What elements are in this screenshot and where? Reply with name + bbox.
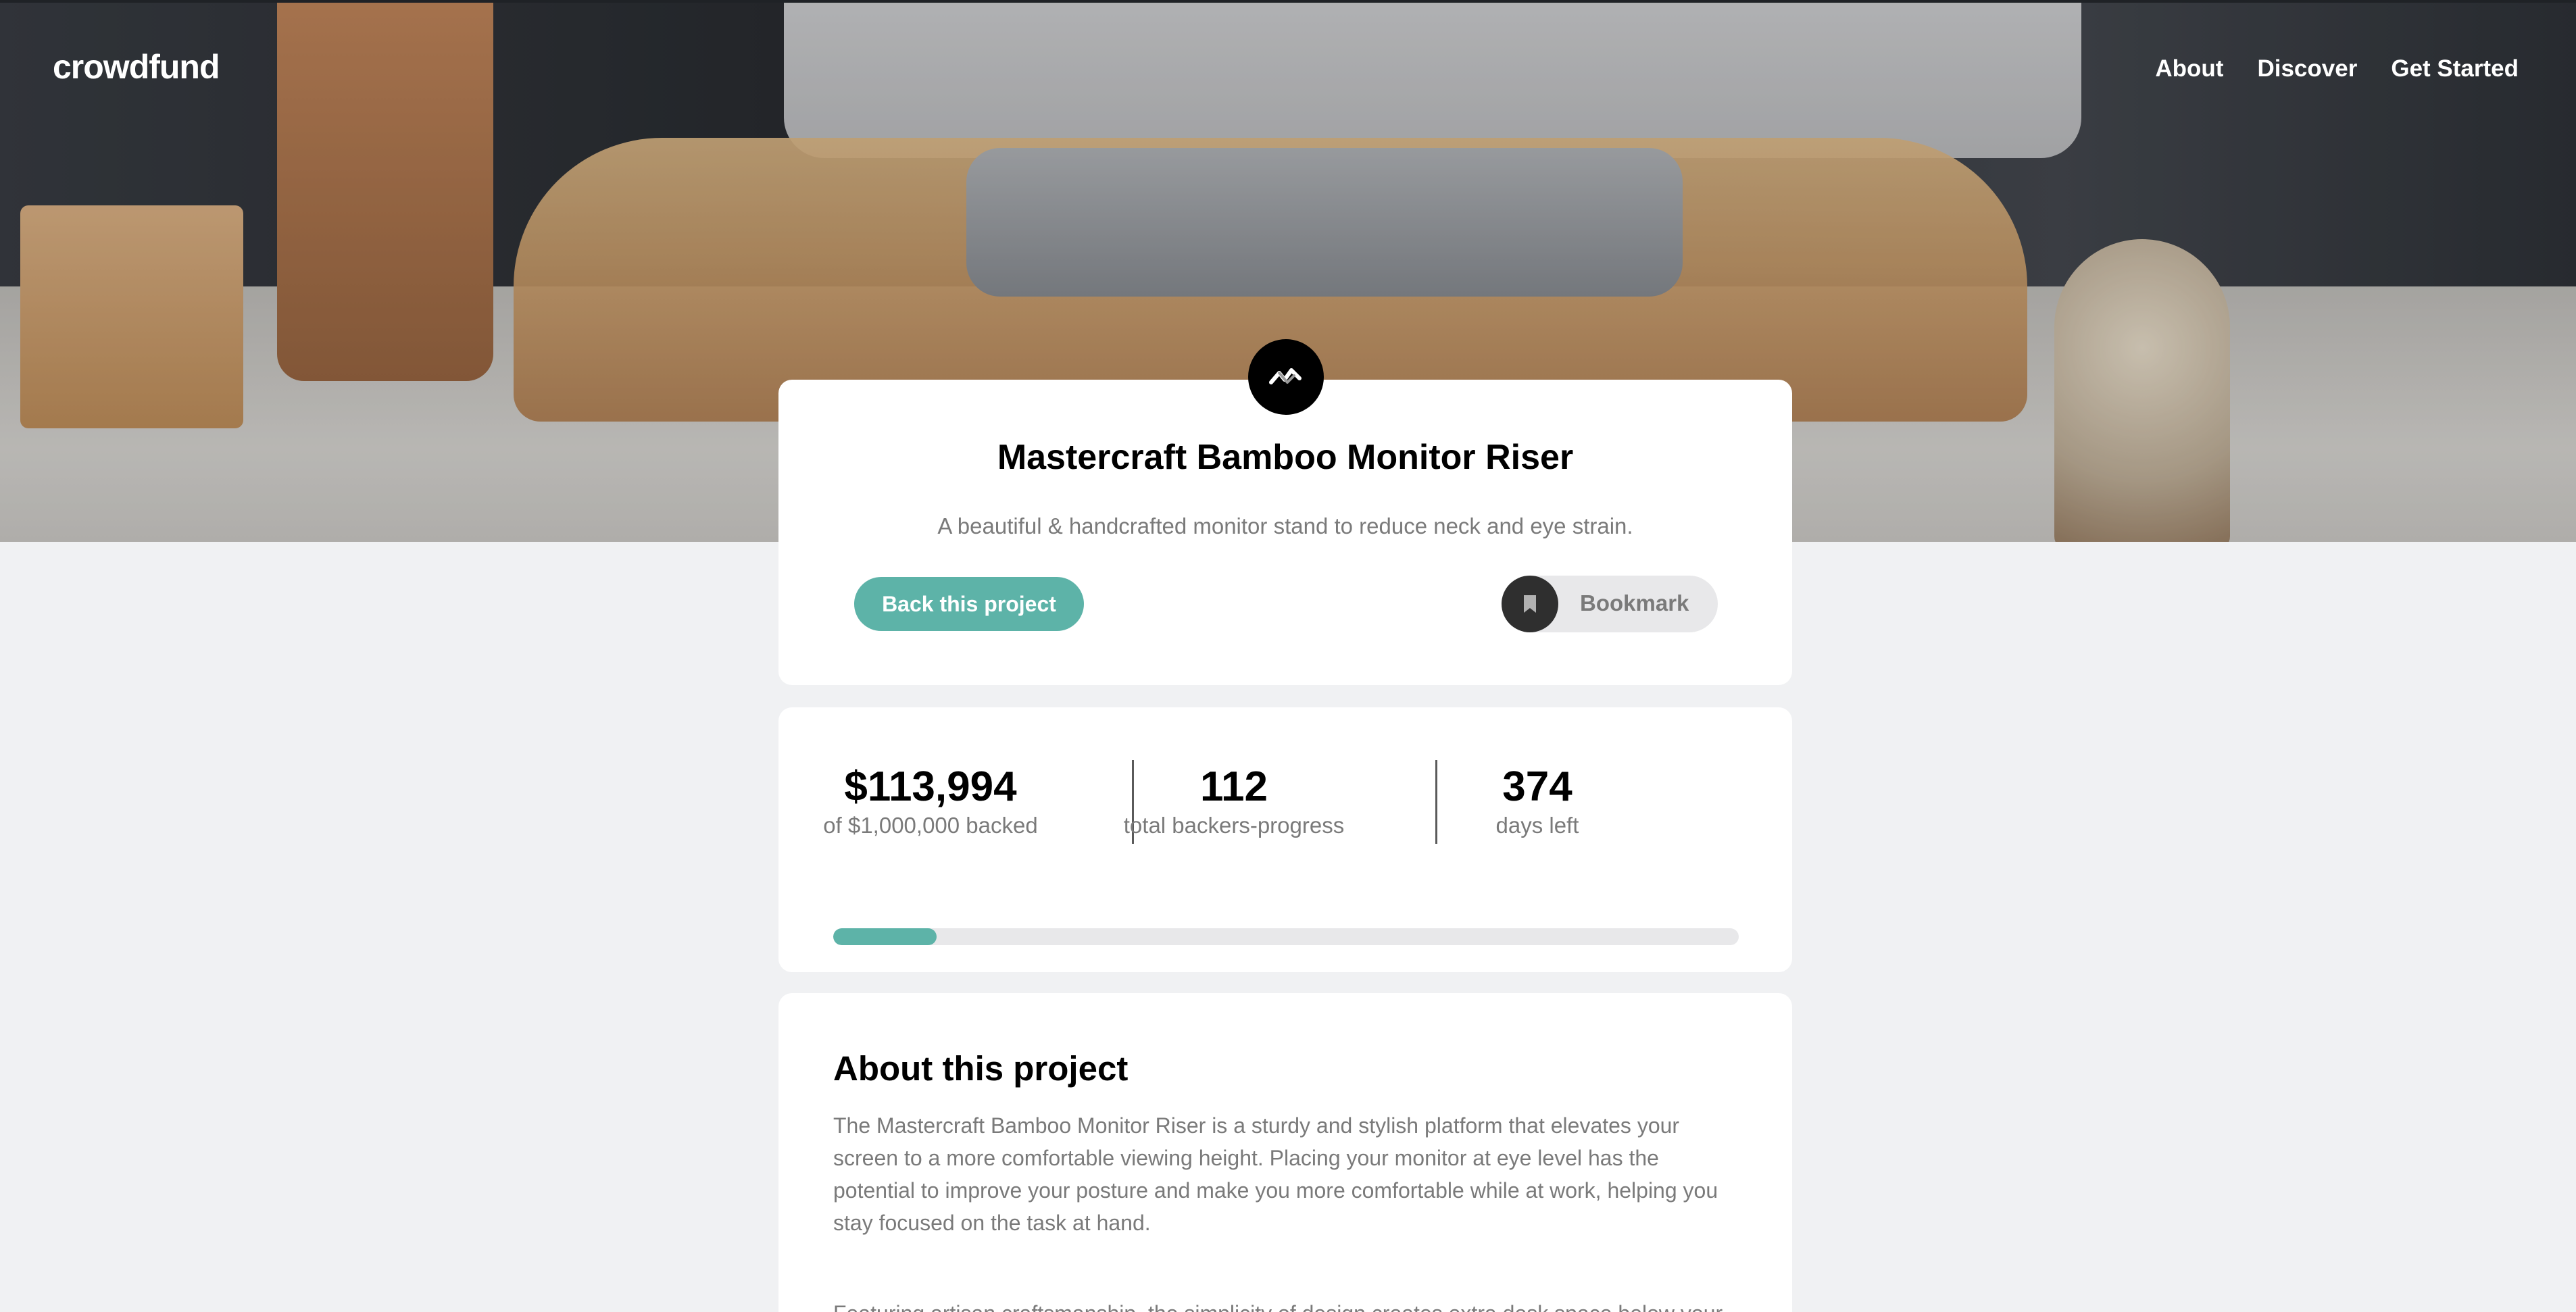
about-paragraph: The Mastercraft Bamboo Monitor Riser is … xyxy=(833,1113,1718,1235)
funding-progress-fill xyxy=(833,928,937,945)
about-paragraph: Featuring artisan craftsmanship, the sim… xyxy=(833,1297,1745,1312)
stat-backed-value: $113,994 xyxy=(844,763,1017,810)
stat-days-label: days left xyxy=(1495,813,1579,838)
site-logo[interactable]: crowdfund xyxy=(53,47,220,86)
stat-backed: $113,994 of $1,000,000 backed xyxy=(778,763,1083,838)
bookmark-label: Bookmark xyxy=(1580,590,1689,615)
stat-backers-label: total backers-progress xyxy=(1123,813,1345,838)
mastercraft-logo-icon xyxy=(1248,339,1324,415)
project-title: Mastercraft Bamboo Monitor Riser xyxy=(997,438,1574,477)
bookmark-icon xyxy=(1502,576,1558,632)
stats-card: $113,994 of $1,000,000 backed 112 total … xyxy=(778,707,1792,972)
nav-link-get-started[interactable]: Get Started xyxy=(2391,55,2519,82)
stat-days: 374 days left xyxy=(1385,763,1689,838)
project-subtitle: A beautiful & handcrafted monitor stand … xyxy=(937,513,1633,538)
nav-link-discover[interactable]: Discover xyxy=(2257,55,2357,82)
stat-backers: 112 total backers-progress xyxy=(1082,763,1386,838)
about-card: About this project The Mastercraft Bambo… xyxy=(778,993,1792,1312)
project-header-card: Mastercraft Bamboo Monitor Riser A beaut… xyxy=(778,380,1792,685)
back-project-button[interactable]: Back this project xyxy=(854,577,1084,631)
stat-days-value: 374 xyxy=(1502,763,1572,810)
main-nav: About Discover Get Started xyxy=(2155,55,2519,82)
funding-progress-bar xyxy=(833,928,1739,945)
about-title: About this project xyxy=(833,1049,1129,1088)
stat-backed-label: of $1,000,000 backed xyxy=(823,813,1038,838)
bookmark-button[interactable]: Bookmark xyxy=(1502,576,1718,632)
nav-link-about[interactable]: About xyxy=(2155,55,2223,82)
stat-backers-value: 112 xyxy=(1199,763,1268,810)
